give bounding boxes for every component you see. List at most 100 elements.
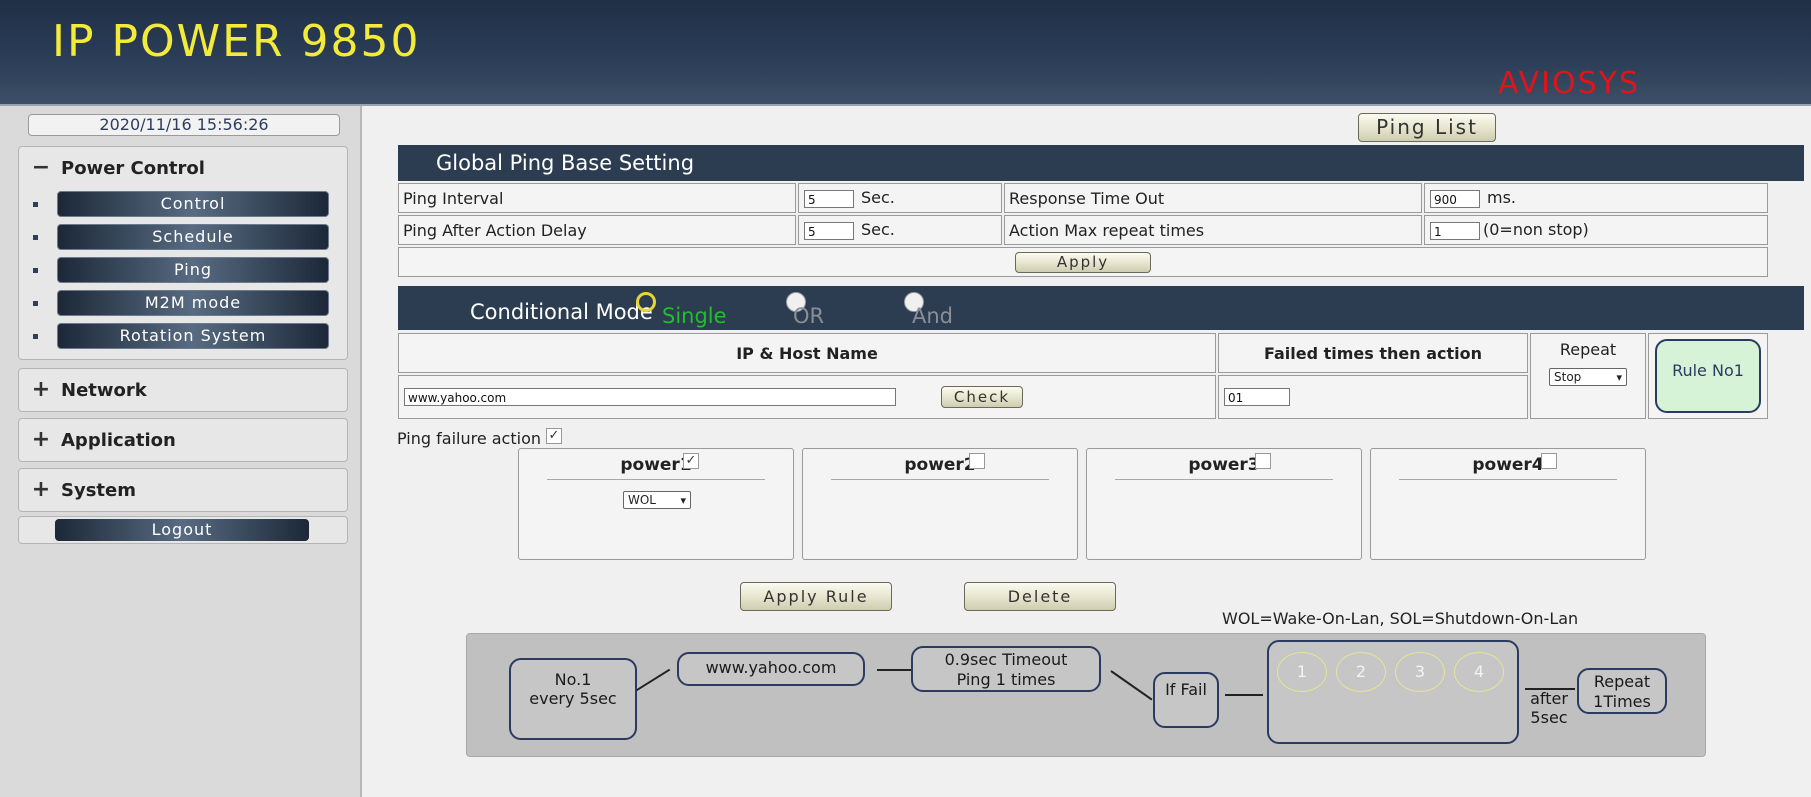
mode-or-label[interactable]: OR (793, 304, 824, 328)
sidebar-item-m2m: M2M mode (19, 288, 347, 321)
repeat-header: Repeat (1559, 340, 1617, 359)
apply-rule-button[interactable]: Apply Rule (740, 582, 892, 611)
delete-button[interactable]: Delete (964, 582, 1116, 611)
ip-host-input[interactable]: www.yahoo.com (404, 388, 896, 406)
datetime-display: 2020/11/16 15:56:26 (28, 114, 340, 136)
mode-single-label[interactable]: Single (662, 304, 727, 328)
flow-node-outlets: 1 2 3 4 (1267, 640, 1519, 744)
flow-repeat-line1: Repeat (1593, 672, 1651, 691)
repeat-cell: Repeat Stop ▾ (1530, 333, 1646, 419)
max-repeat-label-cell: Action Max repeat times (1004, 215, 1422, 245)
outlet-1-icon: 1 (1277, 652, 1327, 692)
sidebar-item-control: Control (19, 189, 347, 222)
expand-icon[interactable]: + (31, 419, 51, 461)
wol-sol-legend: WOL=Wake-On-Lan, SOL=Shutdown-On-Lan (1222, 609, 1579, 628)
response-timeout-value-cell: 900 ms. (1424, 183, 1768, 213)
expand-icon[interactable]: + (31, 369, 51, 411)
rule-flow-diagram: No.1 every 5sec www.yahoo.com 0.9sec Tim… (466, 633, 1706, 757)
flow-node-timeout: 0.9sec Timeout Ping 1 times (911, 646, 1101, 692)
flow-after-delay: after 5sec (1527, 689, 1571, 727)
logout-button[interactable]: Logout (55, 519, 309, 541)
network-panel[interactable]: + Network (18, 368, 348, 412)
brand-logo: AVIOSYS (1498, 66, 1640, 101)
flow-connector (1225, 694, 1263, 696)
flow-node-host: www.yahoo.com (677, 652, 865, 686)
repeat-select[interactable]: Stop ▾ (1549, 368, 1627, 386)
max-repeat-value-cell: 1 (0=non stop) (1424, 215, 1768, 245)
apply-button[interactable]: Apply (1015, 252, 1151, 273)
m2m-mode-button[interactable]: M2M mode (57, 290, 329, 316)
max-repeat-label: Action Max repeat times (1009, 221, 1205, 240)
after-action-delay-label: Ping After Action Delay (403, 221, 587, 240)
rule-label: Rule No1 (1672, 361, 1744, 380)
ip-host-header-cell: IP & Host Name (398, 333, 1216, 373)
power3-checkbox[interactable] (1255, 453, 1271, 469)
app-header: IP POWER 9850 AVIOSYS (0, 0, 1811, 106)
ping-list-button[interactable]: Ping List (1358, 113, 1496, 142)
radio-single[interactable] (636, 292, 656, 312)
outlet-3-icon: 3 (1395, 652, 1445, 692)
ping-button[interactable]: Ping (57, 257, 329, 283)
max-repeat-note: (0=non stop) (1483, 220, 1589, 239)
power4-label: power4 (1472, 455, 1544, 475)
power1-action-value: WOL (628, 493, 656, 507)
power-control-panel: − Power Control Control Schedule Ping M2M… (18, 146, 348, 360)
power1-label: power1 (620, 455, 692, 475)
ip-host-value-cell: www.yahoo.com Check (398, 375, 1216, 419)
outlet-4-icon: 4 (1454, 652, 1504, 692)
power3-box: power3 (1086, 448, 1362, 560)
power2-box: power2 (802, 448, 1078, 560)
flow-after-line1: after (1530, 689, 1568, 708)
power1-action-select[interactable]: WOL ▾ (623, 491, 691, 509)
outlet-2-icon: 2 (1336, 652, 1386, 692)
failed-times-input[interactable]: 01 (1224, 388, 1290, 406)
response-timeout-input[interactable]: 900 (1430, 190, 1480, 208)
ping-failure-action-checkbox[interactable]: ✓ (546, 428, 562, 444)
flow-node1-line2: every 5sec (529, 689, 617, 708)
application-label[interactable]: Application (61, 430, 176, 451)
power-control-header[interactable]: − Power Control (19, 147, 347, 189)
after-action-delay-input[interactable]: 5 (804, 222, 854, 240)
system-panel[interactable]: + System (18, 468, 348, 512)
sidebar-item-ping: Ping (19, 255, 347, 288)
bullet-icon (33, 235, 38, 240)
flow-repeat-line2: 1Times (1593, 692, 1651, 711)
rule-box[interactable]: Rule No1 (1655, 339, 1761, 413)
power1-checkbox[interactable]: ✓ (683, 453, 699, 469)
rule-cell: Rule No1 (1648, 333, 1768, 419)
power-control-label: Power Control (61, 158, 205, 179)
divider (1399, 479, 1617, 480)
collapse-icon[interactable]: − (31, 147, 51, 189)
schedule-button[interactable]: Schedule (57, 224, 329, 250)
network-label[interactable]: Network (61, 380, 147, 401)
power4-checkbox[interactable] (1541, 453, 1557, 469)
bullet-icon (33, 202, 38, 207)
power2-checkbox[interactable] (969, 453, 985, 469)
application-panel[interactable]: + Application (18, 418, 348, 462)
divider (547, 479, 765, 480)
ping-interval-label: Ping Interval (403, 189, 504, 208)
logout-panel: Logout (18, 516, 348, 544)
flow-after-line2: 5sec (1530, 708, 1568, 727)
max-repeat-input[interactable]: 1 (1430, 222, 1480, 240)
sidebar-item-rotation: Rotation System (19, 321, 347, 354)
conditional-mode-header: Conditional Mode Single OR And (398, 286, 1804, 330)
response-timeout-label-cell: Response Time Out (1004, 183, 1422, 213)
ping-failure-action-label: Ping failure action (397, 429, 541, 448)
system-label[interactable]: System (61, 480, 136, 501)
rotation-system-button[interactable]: Rotation System (57, 323, 329, 349)
chevron-down-icon: ▾ (680, 494, 686, 507)
apply-row: Apply (398, 247, 1768, 277)
control-button[interactable]: Control (57, 191, 329, 217)
ping-interval-input[interactable]: 5 (804, 190, 854, 208)
expand-icon[interactable]: + (31, 469, 51, 511)
failed-times-header-cell: Failed times then action (1218, 333, 1528, 373)
failed-times-header: Failed times then action (1263, 344, 1483, 363)
flow-node-if-fail: If Fail (1153, 672, 1219, 728)
after-action-delay-unit: Sec. (861, 220, 895, 239)
mode-and-label[interactable]: And (912, 304, 953, 328)
response-timeout-label: Response Time Out (1009, 189, 1165, 208)
sidebar-item-schedule: Schedule (19, 222, 347, 255)
check-button[interactable]: Check (941, 386, 1023, 408)
flow-timeout-line1: 0.9sec Timeout (944, 650, 1068, 669)
